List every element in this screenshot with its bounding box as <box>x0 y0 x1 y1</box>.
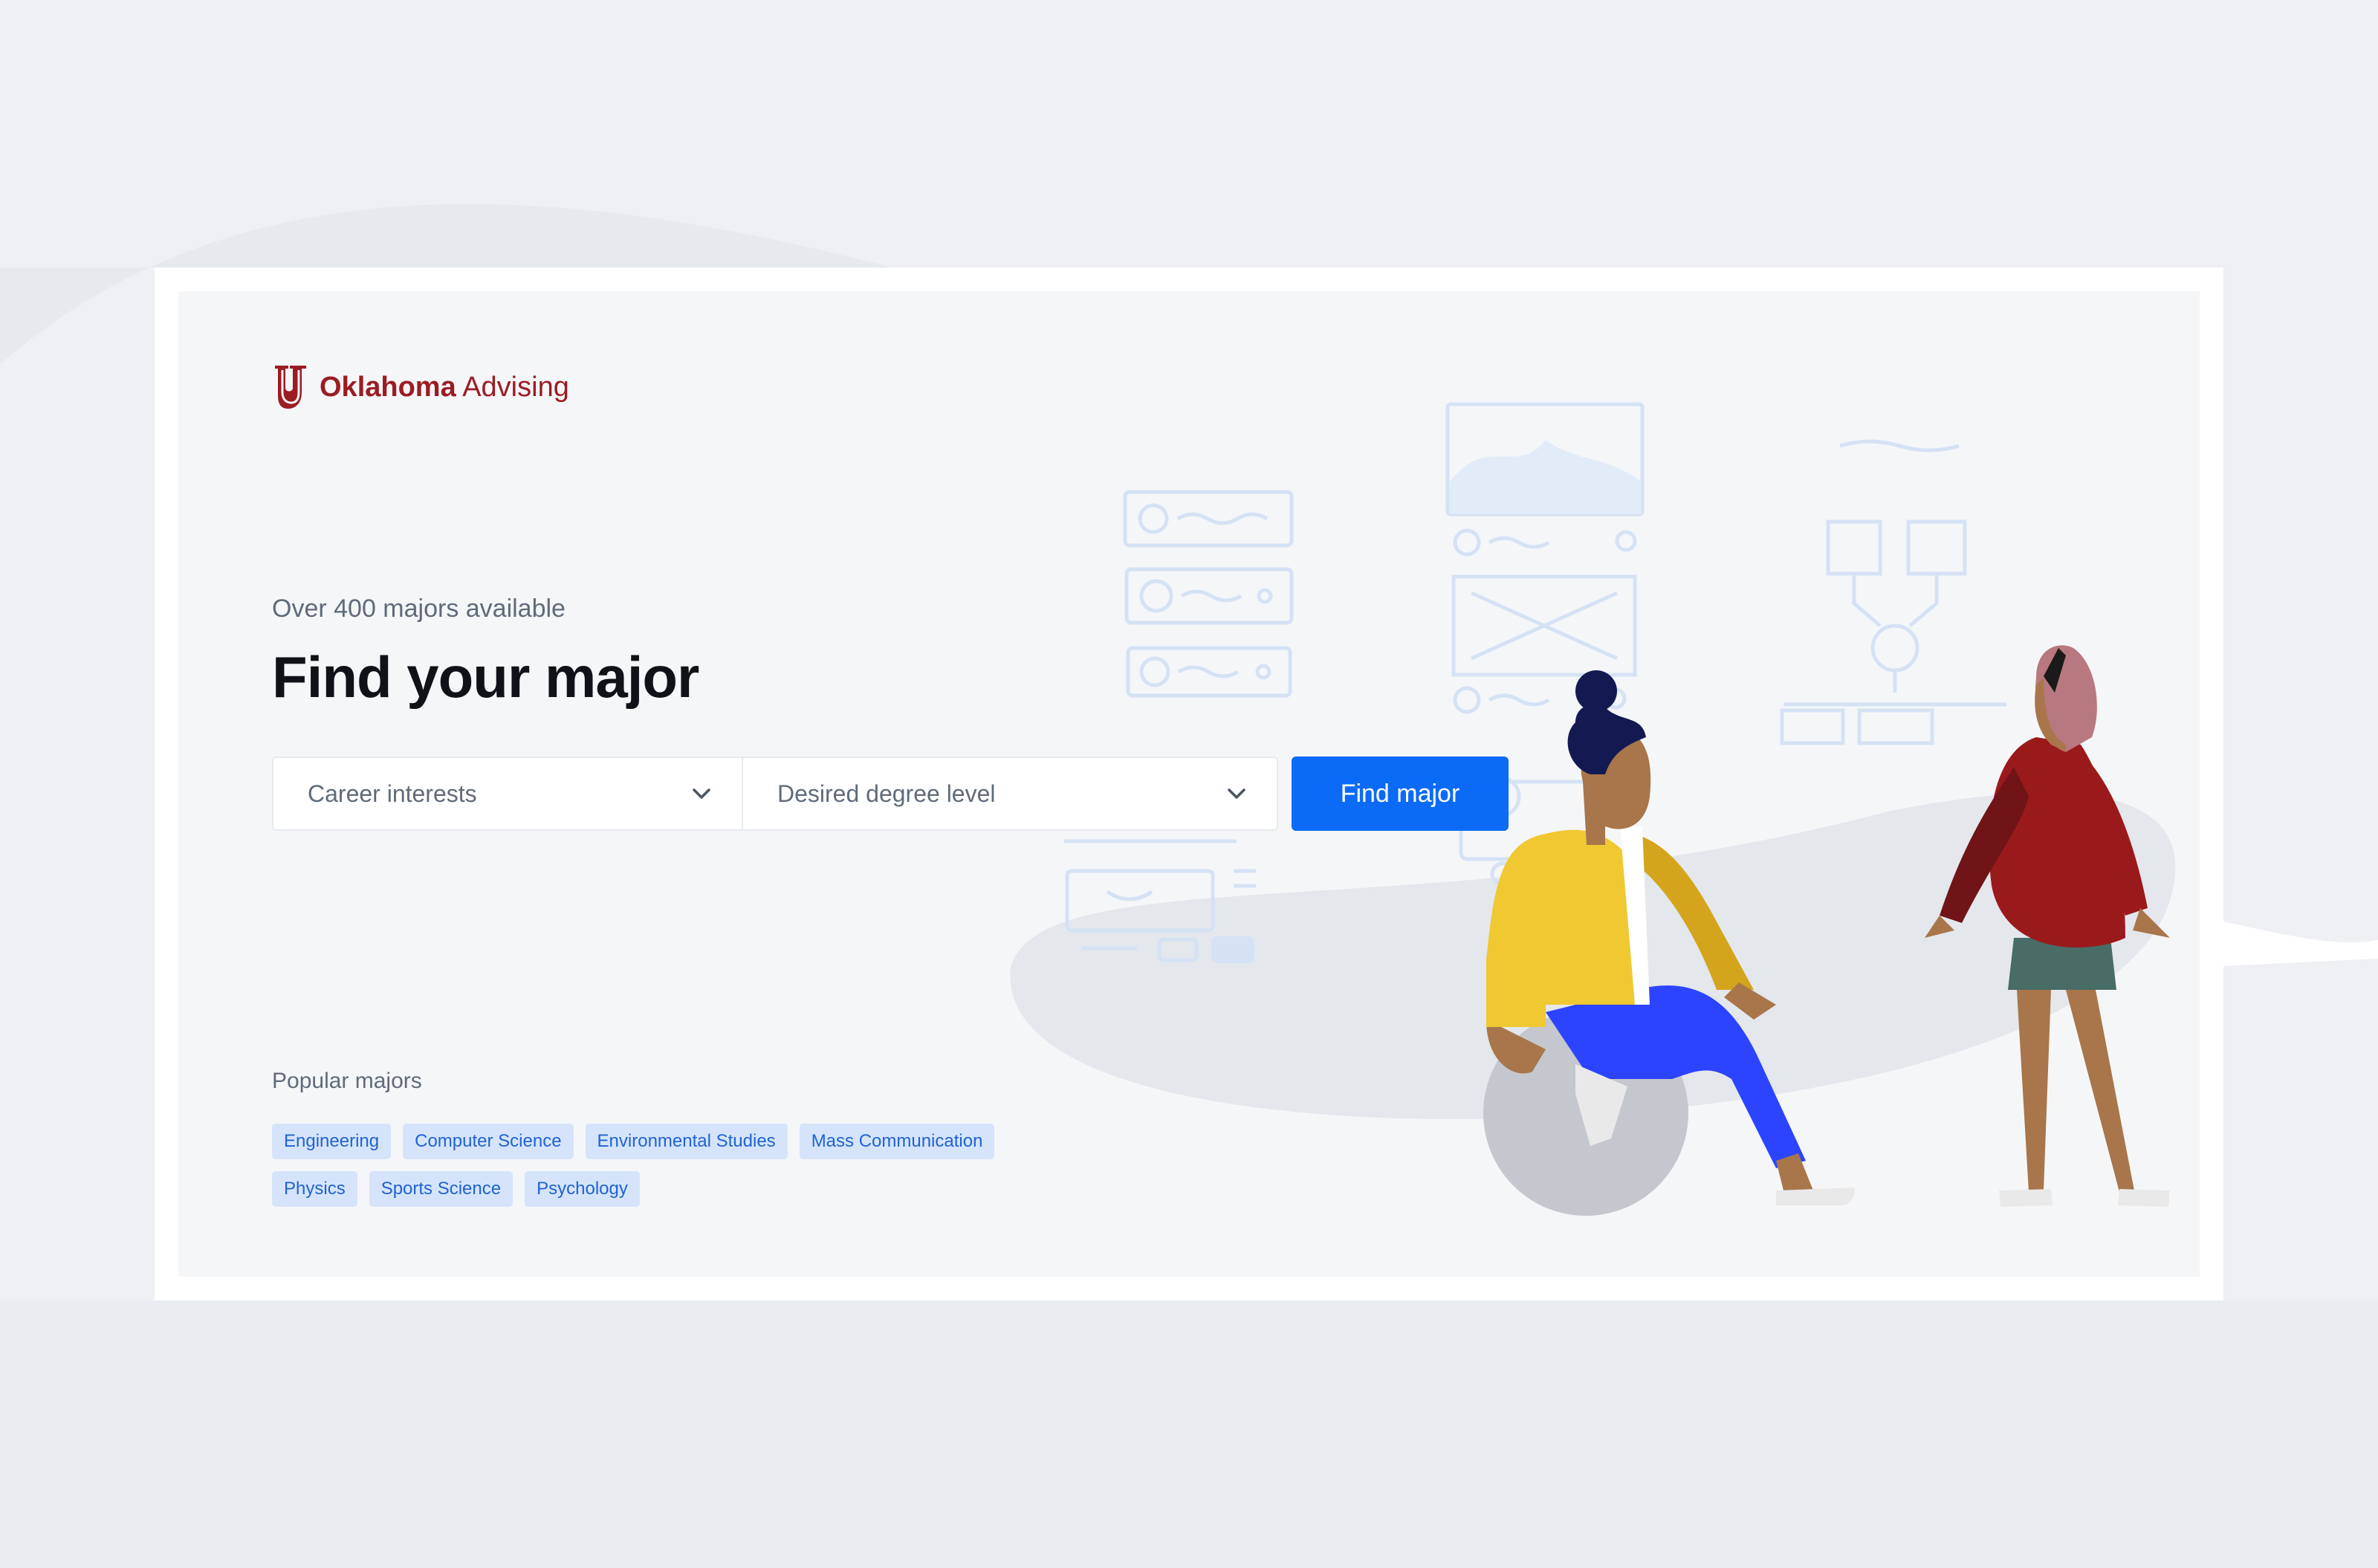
degree-level-select[interactable]: Desired degree level <box>743 757 1278 831</box>
major-chip-engineering[interactable]: Engineering <box>272 1124 392 1159</box>
career-interests-label: Career interests <box>308 780 477 807</box>
career-interests-select[interactable]: Career interests <box>272 757 743 831</box>
major-chip-psychology[interactable]: Psychology <box>525 1171 640 1207</box>
brand-name-bold: Oklahoma <box>320 371 456 403</box>
brand-logo[interactable]: Oklahoma Advising <box>272 363 569 412</box>
chip-row: Engineering Computer Science Environment… <box>272 1124 1089 1159</box>
chevron-down-icon <box>1226 786 1247 801</box>
popular-majors-list: Engineering Computer Science Environment… <box>272 1124 1089 1219</box>
find-major-button[interactable]: Find major <box>1292 757 1509 831</box>
major-chip-physics[interactable]: Physics <box>272 1171 357 1207</box>
major-search-form: Career interests Desired degree level Fi… <box>272 757 1509 831</box>
page-title: Find your major <box>272 644 699 710</box>
hero-card: Oklahoma Advising Over 400 majors availa… <box>178 291 2200 1277</box>
ou-monogram-icon <box>275 366 306 409</box>
major-chip-sports-science[interactable]: Sports Science <box>369 1171 513 1207</box>
brand-name-light: Advising <box>462 371 569 403</box>
chevron-down-icon <box>691 786 712 801</box>
major-chip-mass-communication[interactable]: Mass Communication <box>799 1124 995 1159</box>
hero-frame: Oklahoma Advising Over 400 majors availa… <box>155 268 2223 1300</box>
popular-majors-label: Popular majors <box>272 1069 422 1093</box>
hero-subtitle: Over 400 majors available <box>272 595 566 623</box>
major-chip-computer-science[interactable]: Computer Science <box>403 1124 574 1159</box>
major-chip-environmental-studies[interactable]: Environmental Studies <box>585 1124 788 1159</box>
brand-name: Oklahoma Advising <box>320 372 569 404</box>
degree-level-label: Desired degree level <box>777 780 996 807</box>
chip-row: Physics Sports Science Psychology <box>272 1171 1089 1207</box>
